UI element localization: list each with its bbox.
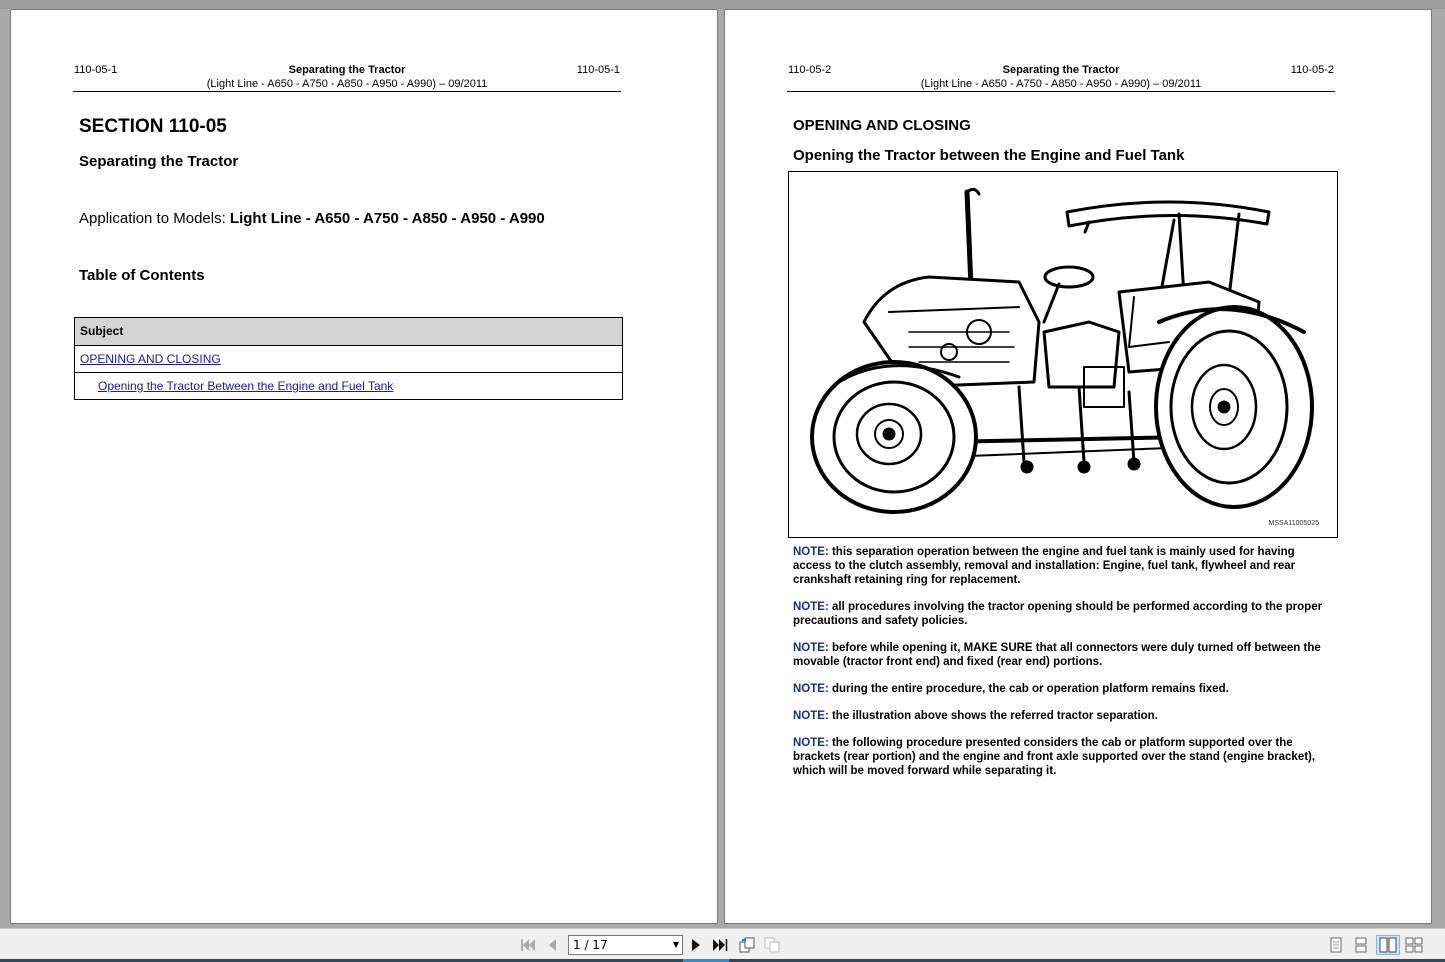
note-text: during the entire procedure, the cab or …	[828, 683, 1229, 695]
facing-view-button[interactable]	[1376, 935, 1400, 955]
heading-opening-closing: OPENING AND CLOSING	[793, 117, 971, 134]
note-label: NOTE:	[793, 642, 829, 654]
viewer-toolbar: 1 / 17 ▼	[0, 928, 1445, 962]
header-page-number-right: 110-05-2	[1290, 64, 1334, 76]
note-text: the illustration above shows the referre…	[828, 710, 1158, 722]
toc-link-opening-tractor[interactable]: Opening the Tractor Between the Engine a…	[98, 379, 393, 393]
section-title: SECTION 110-05	[79, 116, 227, 137]
facing-pages-icon	[1379, 937, 1397, 953]
note-text: the following procedure presented consid…	[793, 737, 1316, 777]
last-page-icon	[713, 939, 728, 951]
running-header: 110-05-2 Separating the Tractor 110-05-2…	[787, 64, 1335, 92]
page-number-field[interactable]: 1 / 17 ▼	[568, 935, 683, 955]
notes-list: NOTE: this separation operation between …	[793, 545, 1328, 791]
application-models: Application to Models: Light Line - A650…	[79, 210, 545, 227]
tractor-illustration: MSSA11005025	[788, 171, 1338, 538]
note: NOTE: the following procedure presented …	[793, 736, 1328, 778]
toc-link-opening-closing[interactable]: OPENING AND CLOSING	[80, 352, 221, 366]
note: NOTE: before while opening it, MAKE SURE…	[793, 641, 1328, 669]
models-value: Light Line - A650 - A750 - A850 - A950 -…	[229, 210, 545, 227]
next-page-button[interactable]	[686, 935, 706, 955]
header-title: Separating the Tractor	[288, 64, 406, 76]
page-indicator: 1 / 17	[573, 938, 608, 952]
previous-page-icon	[549, 939, 556, 951]
toc-row: Opening the Tractor Between the Engine a…	[75, 372, 622, 399]
header-subtitle: (Light Line - A650 - A750 - A850 - A950 …	[206, 78, 488, 90]
models-prefix: Application to Models:	[79, 210, 230, 227]
document-page-left: 110-05-1 Separating the Tractor 110-05-1…	[10, 9, 718, 924]
previous-page-button[interactable]	[542, 935, 562, 955]
single-page-view-button[interactable]	[1326, 935, 1346, 955]
forward-view-icon	[764, 937, 780, 953]
note: NOTE: this separation operation between …	[793, 545, 1328, 587]
note-text: this separation operation between the en…	[793, 546, 1296, 586]
running-header: 110-05-1 Separating the Tractor 110-05-1…	[73, 64, 621, 92]
header-title: Separating the Tractor	[1002, 64, 1120, 76]
window-top-edge	[0, 0, 1445, 9]
figure-code: MSSA11005025	[1268, 520, 1319, 527]
section-subtitle: Separating the Tractor	[79, 153, 239, 170]
note: NOTE: during the entire procedure, the c…	[793, 682, 1328, 696]
first-page-icon	[521, 939, 535, 951]
back-view-icon	[739, 937, 755, 953]
toc-row: OPENING AND CLOSING	[75, 345, 622, 372]
note: NOTE: the illustration above shows the r…	[793, 709, 1328, 723]
note-label: NOTE:	[793, 737, 829, 749]
note-text: all procedures involving the tractor ope…	[793, 601, 1323, 627]
chevron-down-icon[interactable]: ▼	[673, 936, 679, 954]
last-page-button[interactable]	[710, 935, 730, 955]
continuous-facing-view-button[interactable]	[1404, 935, 1424, 955]
go-back-view-button[interactable]	[737, 935, 757, 955]
note-label: NOTE:	[793, 683, 829, 695]
single-page-icon	[1330, 937, 1342, 953]
heading-opening-tractor: Opening the Tractor between the Engine a…	[793, 147, 1185, 164]
tractor-drawing	[810, 187, 1314, 514]
continuous-icon	[1355, 937, 1367, 953]
go-forward-view-button[interactable]	[762, 935, 782, 955]
continuous-view-button[interactable]	[1351, 935, 1371, 955]
note: NOTE: all procedures involving the tract…	[793, 600, 1328, 628]
toc-header: Subject	[75, 318, 622, 345]
note-label: NOTE:	[793, 601, 829, 613]
toc-table: Subject OPENING AND CLOSING Opening the …	[74, 317, 623, 400]
document-page-right: 110-05-2 Separating the Tractor 110-05-2…	[724, 9, 1432, 924]
continuous-facing-icon	[1405, 937, 1423, 953]
header-subtitle: (Light Line - A650 - A750 - A850 - A950 …	[920, 78, 1202, 90]
note-label: NOTE:	[793, 710, 829, 722]
note-label: NOTE:	[793, 546, 829, 558]
next-page-icon	[692, 939, 700, 951]
note-text: before while opening it, MAKE SURE that …	[793, 642, 1321, 668]
first-page-button[interactable]	[518, 935, 538, 955]
header-page-number-right: 110-05-1	[576, 64, 620, 76]
toc-title: Table of Contents	[79, 267, 205, 284]
